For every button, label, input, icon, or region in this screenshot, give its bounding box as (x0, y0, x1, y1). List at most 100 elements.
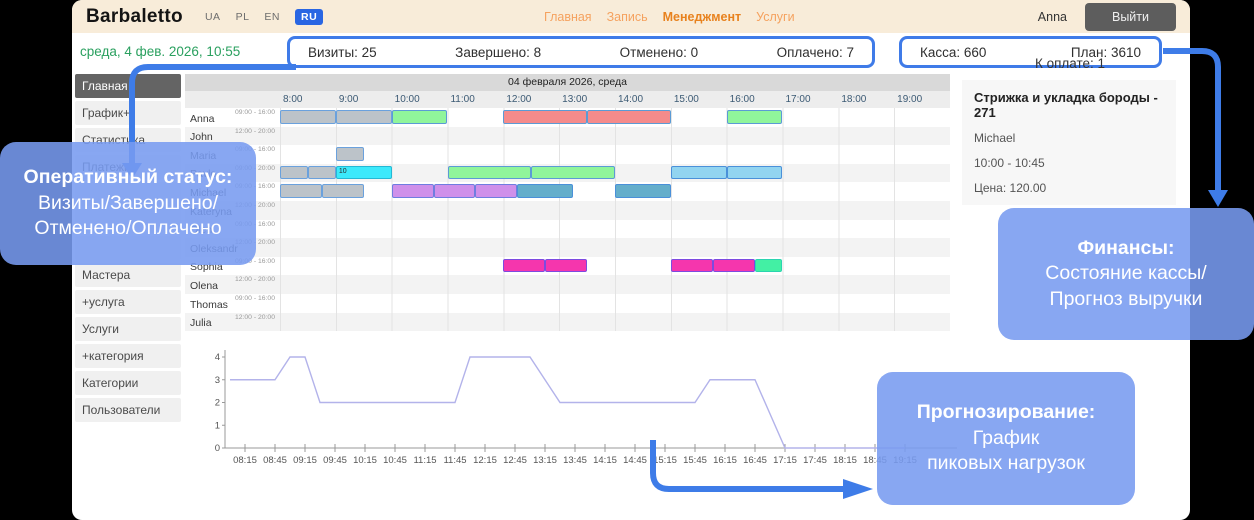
schedule-day-title: 04 февраля 2026, среда (185, 74, 950, 91)
appointment-bar[interactable] (280, 110, 336, 124)
arrowhead-finance (1208, 190, 1228, 207)
staff-name: Anna (190, 113, 215, 125)
appointment-track (280, 294, 950, 313)
status-stat: Визиты: 25 (308, 45, 377, 60)
highlight-box-status-stats: Визиты: 25Завершено: 8Отменено: 0Оплачен… (287, 36, 875, 68)
hour-label: 16:00 (727, 94, 783, 105)
sidebar-item-Услуги[interactable]: Услуги (75, 317, 181, 341)
hour-label: 13:00 (559, 94, 615, 105)
callout-line: пиковых нагрузок (927, 451, 1085, 476)
schedule-row: Anna09:00 - 16:00 (185, 108, 950, 127)
sidebar-item-График+[interactable]: График+ (75, 101, 181, 125)
main-nav: Главная Запись Менеджмент Услуги (544, 0, 795, 33)
staff-cell: Anna09:00 - 16:00 (185, 108, 280, 127)
sidebar-item-+услуга[interactable]: +услуга (75, 290, 181, 314)
appointment-bar[interactable] (280, 184, 322, 198)
hour-label: 11:00 (447, 94, 503, 105)
appointment-track: 10 (280, 164, 950, 183)
svg-text:08:15: 08:15 (233, 455, 257, 466)
appointment-bar[interactable] (713, 259, 755, 273)
hour-label: 12:00 (503, 94, 559, 105)
staff-work-hours: 09:00 - 16:00 (235, 295, 275, 302)
appointment-bar[interactable] (727, 166, 783, 180)
svg-text:14:45: 14:45 (623, 455, 647, 466)
appointment-bar[interactable] (727, 110, 783, 124)
appointment-track (280, 220, 950, 239)
appointment-bar[interactable] (392, 184, 434, 198)
appointment-bar[interactable] (448, 166, 532, 180)
chart-line (230, 357, 905, 448)
schedule-row: Thomas09:00 - 16:00 (185, 294, 950, 313)
staff-name: Olena (190, 280, 218, 292)
payment-panel-title: К оплате: 1 (950, 56, 1190, 71)
appointment-bar[interactable] (336, 110, 392, 124)
nav-link[interactable]: Менеджмент (663, 10, 742, 24)
callout-line: Визиты/Завершено/ (38, 191, 218, 216)
svg-text:13:15: 13:15 (533, 455, 557, 466)
hour-label: 9:00 (336, 94, 392, 105)
svg-text:15:15: 15:15 (653, 455, 677, 466)
callout-line: Отменено/Оплачено (34, 216, 221, 241)
sidebar-item-Главная[interactable]: Главная (75, 74, 181, 98)
svg-text:16:45: 16:45 (743, 455, 767, 466)
appointment-bar[interactable] (587, 110, 671, 124)
schedule-row: Oleh09:00 - 16:00 (185, 220, 950, 239)
callout-title: Оперативный статус: (24, 165, 233, 190)
appointment-bar[interactable] (475, 184, 517, 198)
hour-label: 8:00 (280, 94, 336, 105)
lang-button-ua[interactable]: UA (205, 11, 221, 23)
hour-label: 15:00 (671, 94, 727, 105)
payment-client-name: Michael (974, 131, 1164, 145)
appointment-bar[interactable] (531, 166, 615, 180)
schedule-hours-header: 8:009:0010:0011:0012:0013:0014:0015:0016… (185, 91, 950, 108)
staff-name: Julia (190, 317, 212, 329)
appointment-bar[interactable] (308, 166, 336, 180)
appointment-bar[interactable] (615, 184, 671, 198)
sidebar-item-Пользователи[interactable]: Пользователи (75, 398, 181, 422)
lang-button-ru[interactable]: RU (295, 9, 323, 25)
nav-link[interactable]: Главная (544, 10, 592, 24)
appointment-bar[interactable] (503, 259, 545, 273)
nav-link[interactable]: Запись (607, 10, 648, 24)
lang-button-pl[interactable]: PL (236, 11, 250, 23)
appointment-bar[interactable] (336, 147, 364, 161)
callout-forecast: Прогнозирование: График пиковых нагрузок (877, 372, 1135, 505)
staff-cell: Olena 12:00 - 20:00 (185, 275, 280, 294)
callout-line: График (973, 426, 1040, 451)
appointment-bar[interactable] (322, 184, 364, 198)
hour-label: 10:00 (392, 94, 448, 105)
nav-link[interactable]: Услуги (756, 10, 794, 24)
schedule-row: Kateryna12:00 - 20:00 (185, 201, 950, 220)
staff-work-hours: 12:00 - 20:00 (235, 276, 275, 283)
appointment-bar[interactable]: 10 (336, 166, 392, 180)
callout-line: Прогноз выручки (1050, 287, 1203, 312)
status-stat: Завершено: 8 (455, 45, 541, 60)
sidebar-item-+категория[interactable]: +категория (75, 344, 181, 368)
appointment-bar[interactable] (545, 259, 587, 273)
appointment-bar[interactable] (392, 110, 448, 124)
appointment-bar[interactable] (434, 184, 476, 198)
appointment-bar[interactable] (671, 166, 727, 180)
staff-work-hours: 12:00 - 20:00 (235, 128, 275, 135)
payment-service-name: Стрижка и укладка бороды - 271 (974, 90, 1164, 120)
appointment-track (280, 238, 950, 257)
sidebar-item-Мастера[interactable]: Мастера (75, 263, 181, 287)
payment-card[interactable]: Стрижка и укладка бороды - 271 Michael 1… (962, 80, 1176, 205)
appointment-bar[interactable] (280, 166, 308, 180)
callout-operational-status: Оперативный статус: Визиты/Завершено/ От… (0, 142, 256, 265)
svg-text:13:45: 13:45 (563, 455, 587, 466)
appointment-track (280, 127, 950, 146)
screenshot-canvas: { "topbar": { "logo": "Barbaletto", "lan… (0, 0, 1254, 520)
chart-svg: 0123408:1508:4509:1509:4510:1510:4511:15… (212, 342, 972, 482)
appointment-bar[interactable] (503, 110, 587, 124)
svg-text:0: 0 (215, 443, 220, 454)
appointment-bar[interactable] (755, 259, 783, 273)
svg-text:12:15: 12:15 (473, 455, 497, 466)
logout-button[interactable]: Выйти (1085, 3, 1176, 31)
appointment-bar[interactable] (517, 184, 573, 198)
schedule-row: Julia12:00 - 20:00 (185, 313, 950, 332)
appointment-bar[interactable] (671, 259, 713, 273)
lang-button-en[interactable]: EN (264, 11, 280, 23)
sidebar-item-Категории[interactable]: Категории (75, 371, 181, 395)
status-stat: Оплачено: 7 (777, 45, 854, 60)
